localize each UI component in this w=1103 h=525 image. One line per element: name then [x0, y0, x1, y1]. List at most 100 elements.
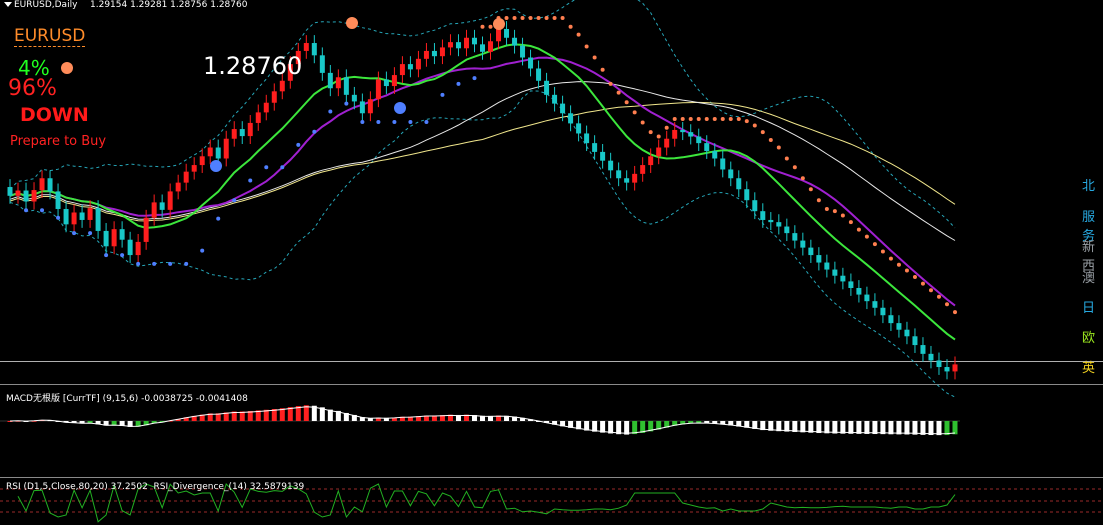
- macd-bar: [912, 421, 918, 435]
- macd-bar: [800, 421, 806, 433]
- stop-dot: [776, 145, 781, 150]
- candle-body: [936, 360, 942, 368]
- candle-body: [127, 239, 133, 256]
- candle-body: [712, 151, 718, 159]
- stop-dot: [760, 130, 765, 135]
- stop-dot: [936, 294, 941, 299]
- rsi-label: RSI (D1,5,Close,80,20) 37.2502 RSI_Diver…: [6, 482, 305, 492]
- candle-body: [367, 99, 373, 114]
- candle-body: [488, 41, 494, 52]
- stop-dot: [880, 249, 885, 254]
- macd-bar: [880, 421, 886, 435]
- stop-dot: [824, 206, 829, 211]
- support-dot: [376, 120, 381, 125]
- candle-body: [31, 190, 37, 202]
- candle-body: [175, 182, 181, 192]
- support-dot: [184, 261, 189, 266]
- macd-bar: [616, 421, 622, 435]
- stop-dot: [520, 16, 525, 20]
- overlay-status: Prepare to Buy: [10, 134, 107, 149]
- candle-body: [23, 190, 29, 202]
- candle-body: [279, 80, 285, 92]
- stop-dot: [904, 268, 909, 273]
- stop-dot: [712, 116, 717, 121]
- macd-bar: [936, 421, 942, 436]
- stop-dot: [864, 234, 869, 239]
- candle-body: [111, 229, 117, 247]
- candle-body: [560, 103, 566, 114]
- candle-body: [7, 187, 13, 196]
- support-dot: [72, 231, 77, 236]
- stop-dot: [920, 281, 925, 286]
- stop-dot: [912, 275, 917, 280]
- support-dot: [232, 198, 237, 203]
- macd-bar: [872, 421, 878, 435]
- support-dot: [168, 261, 173, 266]
- candle-body: [303, 43, 309, 51]
- candle-body: [648, 156, 654, 166]
- support-dot: [392, 120, 397, 125]
- macd-bar: [944, 421, 950, 436]
- candle-body: [688, 132, 694, 137]
- support-dot: [424, 120, 429, 125]
- stop-dot: [608, 81, 613, 86]
- stop-dot: [704, 116, 709, 121]
- candle-body: [720, 158, 726, 170]
- macd-bar: [896, 421, 902, 435]
- high-marker-circle: [493, 18, 505, 30]
- candle-body: [784, 226, 790, 234]
- candle-body: [856, 288, 862, 295]
- stop-dot: [752, 123, 757, 128]
- stop-dot: [816, 198, 821, 203]
- stop-dot: [592, 55, 597, 60]
- candle-body: [351, 94, 357, 102]
- candle-body: [63, 208, 69, 225]
- macd-bar: [295, 406, 301, 421]
- stop-dot: [888, 256, 893, 261]
- stop-dot: [552, 16, 557, 20]
- stop-dot: [544, 16, 549, 20]
- candle-body: [455, 42, 461, 49]
- high-marker-circle: [346, 17, 358, 29]
- stop-dot: [640, 120, 645, 125]
- candle-body: [760, 211, 766, 220]
- high-marker-circle: [61, 62, 73, 74]
- chart-menu-icon[interactable]: [4, 2, 12, 7]
- support-dot: [312, 129, 317, 134]
- stop-dot: [953, 310, 957, 315]
- candle-body: [55, 191, 61, 209]
- candle-body: [383, 79, 389, 87]
- support-dot: [120, 253, 125, 258]
- candle-body: [247, 122, 253, 137]
- candle-body: [768, 219, 774, 223]
- candle-body: [904, 329, 910, 337]
- sidebar-label: 英: [1082, 361, 1096, 376]
- candle-body: [512, 37, 518, 46]
- candle-body: [752, 200, 758, 212]
- stop-dot: [928, 288, 933, 293]
- candle-body: [191, 165, 197, 172]
- macd-bar: [832, 421, 838, 434]
- overlay-symbol: EURUSD: [14, 26, 86, 47]
- sidebar-label: 北: [1082, 179, 1096, 194]
- candle-body: [343, 77, 349, 95]
- macd-bar: [904, 421, 910, 435]
- candle-body: [912, 336, 918, 346]
- candle-body: [183, 171, 189, 183]
- candle-body: [151, 202, 157, 218]
- candle-body: [319, 55, 325, 73]
- candle-body: [680, 129, 686, 133]
- candle-body: [840, 275, 846, 282]
- stop-dot: [688, 116, 693, 121]
- macd-bar: [920, 421, 926, 435]
- candle-body: [704, 143, 710, 152]
- candle-body: [792, 233, 798, 241]
- candle-body: [504, 28, 510, 38]
- sidebar-label: 日: [1082, 301, 1096, 316]
- candle-body: [776, 222, 782, 227]
- candle-body: [816, 255, 822, 263]
- support-dot: [264, 165, 269, 170]
- candle-body: [568, 113, 574, 124]
- candle-body: [864, 294, 870, 302]
- stop-dot: [488, 24, 493, 29]
